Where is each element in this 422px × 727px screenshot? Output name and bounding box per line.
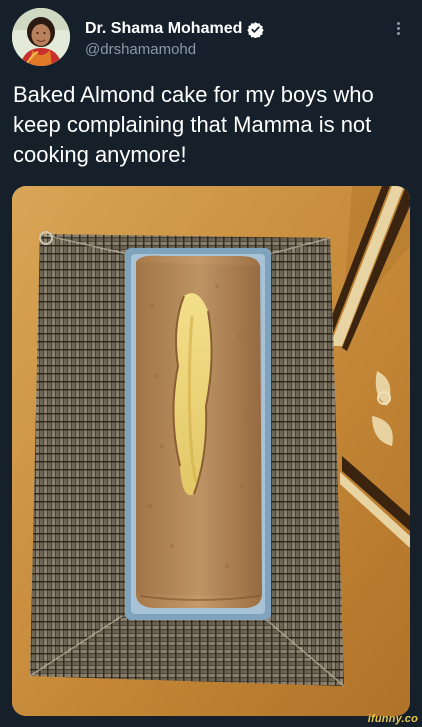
tweet-media-photo[interactable]	[12, 186, 410, 716]
tweet-text: Baked Almond cake for my boys who keep c…	[13, 82, 374, 167]
watermark-text: ifunny.co	[367, 713, 418, 725]
profile-photo-icon	[12, 8, 70, 66]
avatar[interactable]	[12, 8, 70, 66]
user-handle[interactable]: @drshamamohd	[85, 41, 196, 58]
more-options-icon[interactable]	[390, 18, 406, 38]
name-row: Dr. Shama Mohamed	[85, 20, 265, 38]
tweet-card: Dr. Shama Mohamed @drshamamohd Baked Alm…	[0, 0, 422, 727]
tweet-header: Dr. Shama Mohamed @drshamamohd	[12, 8, 412, 68]
display-name[interactable]: Dr. Shama Mohamed	[85, 20, 242, 38]
almond-cake-photo-icon	[12, 186, 410, 716]
verified-badge-icon	[247, 21, 265, 38]
